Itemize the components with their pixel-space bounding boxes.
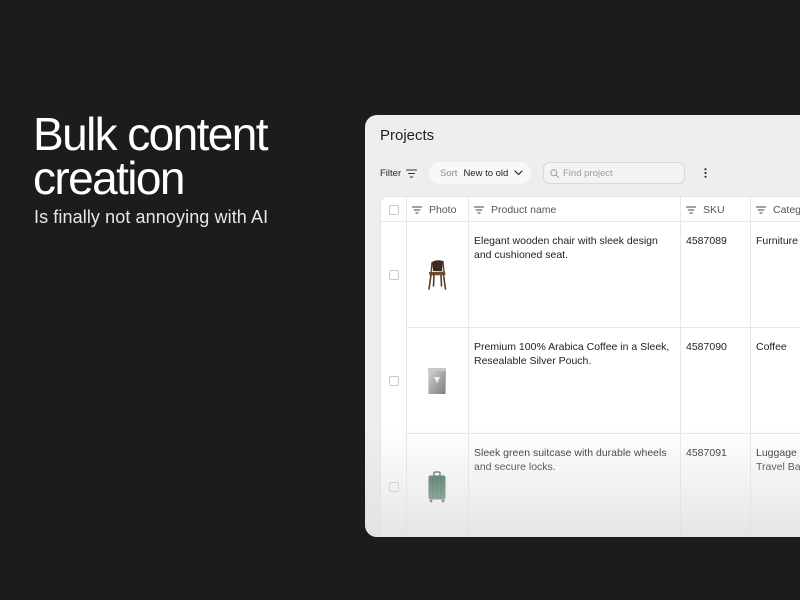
product-name-cell: Elegant wooden chair with sleek design a…	[474, 235, 658, 261]
product-photo	[406, 328, 468, 434]
column-header-label: SKU	[703, 203, 725, 216]
row-checkbox-cell	[381, 328, 406, 434]
category-cell: Coffee	[756, 341, 787, 353]
filter-icon	[686, 205, 696, 214]
filter-icon	[412, 205, 422, 214]
sku-cell: 4587091	[686, 447, 727, 459]
table-row[interactable]: Elegant wooden chair with sleek design a…	[381, 222, 800, 328]
column-header-category[interactable]: Categ	[750, 197, 800, 222]
select-all-checkbox[interactable]	[388, 204, 399, 215]
column-header-label: Product name	[491, 203, 557, 216]
filter-icon	[474, 205, 484, 214]
hero-title: Bulk content creation	[33, 108, 269, 204]
column-header-product-name[interactable]: Product name	[468, 197, 680, 222]
product-photo	[406, 222, 468, 328]
table-header: Photo Product name SKU Categ	[381, 197, 800, 222]
table-row[interactable]: Premium 100% Arabica Coffee in a Sleek, …	[381, 328, 800, 434]
product-photo	[406, 434, 468, 537]
column-header-label: Categ	[773, 203, 800, 216]
products-table: Photo Product name SKU Categ Elegant woo…	[380, 196, 800, 537]
search-box	[543, 162, 685, 184]
sku-cell: 4587089	[686, 235, 727, 247]
search-input[interactable]	[563, 167, 673, 179]
sku-cell: 4587090	[686, 341, 727, 353]
more-vertical-icon	[703, 168, 707, 178]
row-checkbox[interactable]	[388, 482, 399, 492]
filter-icon	[756, 205, 766, 214]
page-title: Projects	[380, 127, 435, 144]
suitcase-photo	[428, 471, 446, 503]
category-cell: Luggage & Travel Bag	[756, 447, 800, 473]
row-checkbox[interactable]	[388, 270, 399, 280]
sort-dropdown[interactable]: Sort New to old	[429, 162, 531, 184]
filter-icon	[406, 168, 418, 178]
filter-label: Filter	[380, 167, 402, 179]
select-all-cell	[381, 197, 406, 222]
column-header-photo[interactable]: Photo	[406, 197, 468, 222]
row-checkbox[interactable]	[388, 376, 399, 386]
filter-button[interactable]: Filter	[380, 162, 418, 184]
projects-panel: Projects Filter Sort New to old Find pro…	[365, 115, 800, 537]
row-checkbox-cell	[381, 222, 406, 328]
coffee-pouch-photo	[428, 368, 446, 394]
row-checkbox-cell	[381, 434, 406, 537]
table-row[interactable]: Sleek green suitcase with durable wheels…	[381, 434, 800, 537]
sort-value: New to old	[463, 167, 509, 179]
category-cell: Furniture	[756, 235, 799, 247]
product-name-cell: Sleek green suitcase with durable wheels…	[474, 447, 667, 473]
product-name-cell: Premium 100% Arabica Coffee in a Sleek, …	[474, 341, 670, 367]
hero-subtitle: Is finally not annoying with AI	[34, 207, 269, 227]
column-header-sku[interactable]: SKU	[680, 197, 750, 222]
column-header-label: Photo	[429, 203, 457, 216]
search-icon	[550, 168, 559, 178]
more-options-button[interactable]	[700, 162, 710, 184]
sort-label: Sort	[440, 167, 458, 179]
chevron-down-icon	[514, 170, 523, 176]
chair-photo	[428, 260, 447, 290]
